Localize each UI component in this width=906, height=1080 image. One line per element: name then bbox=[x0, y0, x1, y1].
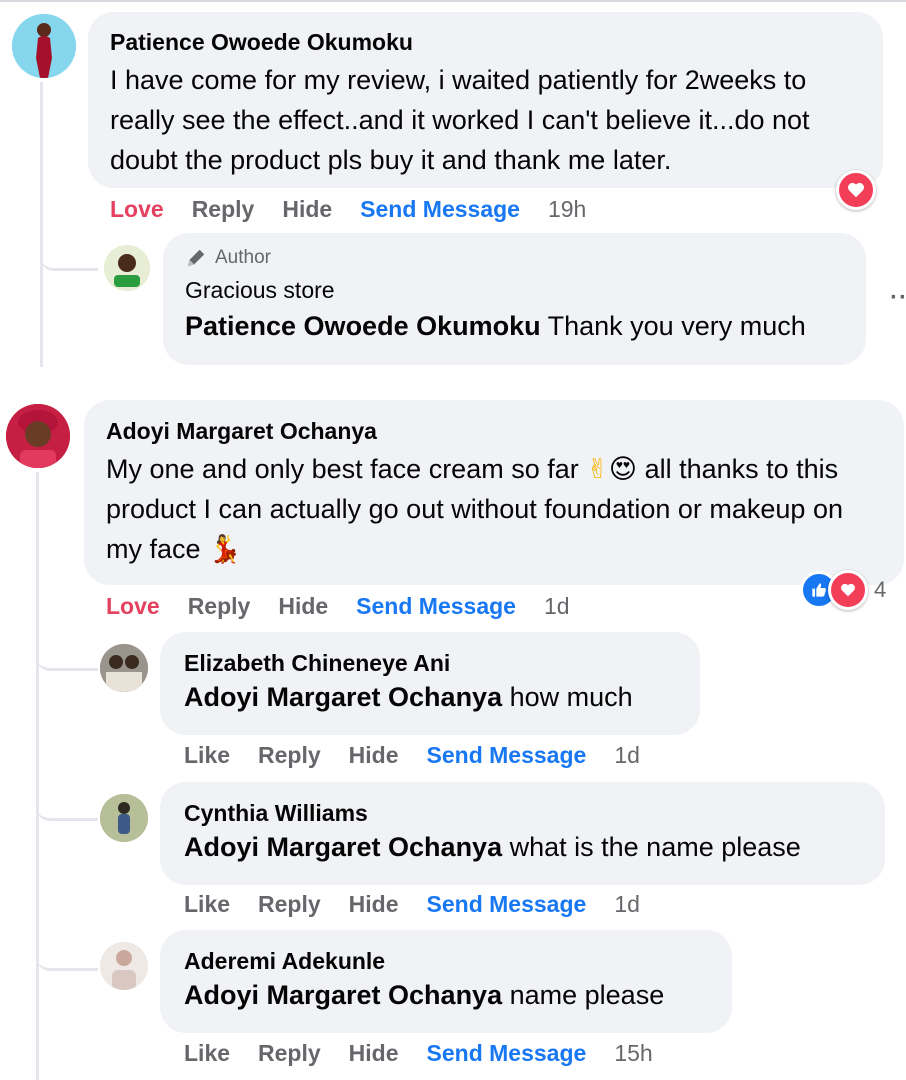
hide-button[interactable]: Hide bbox=[349, 742, 399, 769]
comment-text: My one and only best face cream so far ✌… bbox=[106, 449, 882, 569]
timestamp[interactable]: 15h bbox=[614, 1040, 652, 1067]
timestamp[interactable]: 1d bbox=[614, 742, 640, 769]
author-label: Author bbox=[215, 247, 271, 268]
comment-actions: Love Reply Hide Send Message 19h bbox=[110, 196, 614, 223]
top-divider bbox=[0, 0, 906, 2]
reaction-summary[interactable] bbox=[836, 170, 876, 210]
reply-actions: Like Reply Hide Send Message 1d bbox=[184, 742, 668, 769]
reaction-summary[interactable]: 4 bbox=[800, 570, 886, 610]
hide-button[interactable]: Hide bbox=[349, 1040, 399, 1067]
reply-text: Patience Owoede Okumoku Thank you very m… bbox=[185, 306, 844, 346]
comment-text-part: My one and only best face cream so far bbox=[106, 454, 579, 484]
reply-bubble: Elizabeth Chineneye Ani Adoyi Margaret O… bbox=[160, 632, 700, 735]
commenter-name[interactable]: Cynthia Williams bbox=[184, 800, 861, 827]
reaction-count: 4 bbox=[874, 577, 887, 602]
like-button[interactable]: Like bbox=[184, 1040, 230, 1067]
commenter-name[interactable]: Adoyi Margaret Ochanya bbox=[106, 418, 882, 445]
like-button[interactable]: Like bbox=[184, 742, 230, 769]
hide-button[interactable]: Hide bbox=[349, 891, 399, 918]
reply-button[interactable]: Reply bbox=[192, 196, 255, 223]
heart-icon bbox=[828, 570, 868, 610]
timestamp[interactable]: 1d bbox=[614, 891, 640, 918]
hide-button[interactable]: Hide bbox=[282, 196, 332, 223]
reply-connector bbox=[36, 930, 98, 971]
reply-actions: Like Reply Hide Send Message 1d bbox=[184, 891, 668, 918]
avatar[interactable] bbox=[6, 404, 70, 468]
mention-link[interactable]: Patience Owoede Okumoku bbox=[185, 311, 541, 341]
hide-button[interactable]: Hide bbox=[278, 593, 328, 620]
send-message-button[interactable]: Send Message bbox=[360, 196, 520, 223]
reply-text: Adoyi Margaret Ochanya name please bbox=[184, 975, 708, 1015]
reply-message: Thank you very much bbox=[547, 311, 806, 341]
send-message-button[interactable]: Send Message bbox=[356, 593, 516, 620]
mention-link[interactable]: Adoyi Margaret Ochanya bbox=[184, 682, 502, 712]
send-message-button[interactable]: Send Message bbox=[427, 1040, 587, 1067]
author-badge: Author bbox=[185, 247, 844, 269]
send-message-button[interactable]: Send Message bbox=[427, 891, 587, 918]
comment-text: I have come for my review, i waited pati… bbox=[110, 65, 810, 175]
avatar[interactable] bbox=[100, 794, 148, 842]
thread-line-1 bbox=[40, 82, 43, 367]
comment-actions: Love Reply Hide Send Message 1d bbox=[106, 593, 598, 620]
reply-button[interactable]: Reply bbox=[258, 742, 321, 769]
reply-connector bbox=[36, 780, 98, 821]
like-button[interactable]: Like bbox=[184, 891, 230, 918]
timestamp[interactable]: 19h bbox=[548, 196, 586, 223]
reply-message: what is the name please bbox=[509, 832, 801, 862]
commenter-name[interactable]: Gracious store bbox=[185, 277, 844, 304]
reply-bubble: Cynthia Williams Adoyi Margaret Ochanya … bbox=[160, 782, 885, 885]
reply-bubble: Aderemi Adekunle Adoyi Margaret Ochanya … bbox=[160, 930, 732, 1033]
commenter-name[interactable]: Elizabeth Chineneye Ani bbox=[184, 650, 676, 677]
reply-text: Adoyi Margaret Ochanya what is the name … bbox=[184, 827, 861, 867]
reply-button[interactable]: Reply bbox=[188, 593, 251, 620]
pen-icon bbox=[187, 249, 205, 267]
mention-link[interactable]: Adoyi Margaret Ochanya bbox=[184, 832, 502, 862]
love-reaction-button[interactable]: Love bbox=[106, 593, 160, 620]
commenter-name[interactable]: Aderemi Adekunle bbox=[184, 948, 708, 975]
reply-button[interactable]: Reply bbox=[258, 891, 321, 918]
more-options-icon[interactable]: ·· bbox=[890, 284, 906, 312]
reply-connector bbox=[36, 630, 98, 671]
heart-eyes-emoji: 😍 bbox=[608, 454, 638, 484]
reply-text: Adoyi Margaret Ochanya how much bbox=[184, 677, 676, 717]
avatar[interactable] bbox=[12, 14, 76, 78]
comment-bubble: Adoyi Margaret Ochanya My one and only b… bbox=[84, 400, 904, 585]
reply-connector bbox=[40, 230, 98, 271]
comment-bubble: Patience Owoede Okumoku I have come for … bbox=[88, 12, 883, 188]
send-message-button[interactable]: Send Message bbox=[427, 742, 587, 769]
timestamp[interactable]: 1d bbox=[544, 593, 570, 620]
heart-icon bbox=[836, 170, 876, 210]
reply-bubble: Author Gracious store Patience Owoede Ok… bbox=[163, 233, 866, 365]
reply-button[interactable]: Reply bbox=[258, 1040, 321, 1067]
commenter-name[interactable]: Patience Owoede Okumoku bbox=[110, 29, 861, 56]
avatar[interactable] bbox=[100, 644, 148, 692]
dancer-emoji: 💃 bbox=[208, 534, 242, 564]
reply-actions: Like Reply Hide Send Message 15h bbox=[184, 1040, 681, 1067]
love-reaction-button[interactable]: Love bbox=[110, 196, 164, 223]
victory-hand-emoji: ✌ bbox=[586, 454, 609, 484]
avatar[interactable] bbox=[104, 245, 150, 291]
thread-line-2 bbox=[36, 472, 39, 1080]
reply-message: how much bbox=[509, 682, 633, 712]
reply-message: name please bbox=[509, 980, 665, 1010]
mention-link[interactable]: Adoyi Margaret Ochanya bbox=[184, 980, 502, 1010]
avatar[interactable] bbox=[100, 942, 148, 990]
